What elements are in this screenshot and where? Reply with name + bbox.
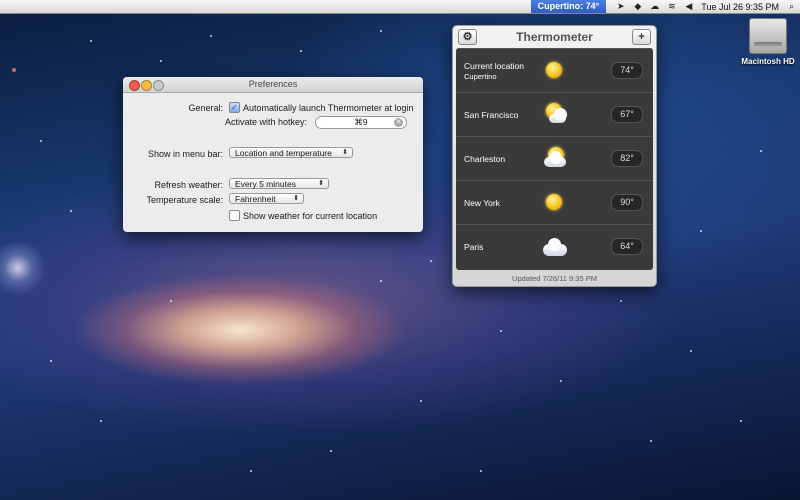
popup-arrows-icon: ⬍ <box>342 149 348 156</box>
city-name: Paris <box>464 242 484 252</box>
temperature-badge: 67° <box>611 106 643 123</box>
thermometer-title: Thermometer <box>516 30 593 44</box>
current-location-label[interactable]: Show weather for current location <box>243 211 377 221</box>
thermometer-popover: ⚙ Thermometer + Current location Cuperti… <box>452 25 657 287</box>
city-row-san-francisco[interactable]: San Francisco 67° <box>456 92 653 137</box>
popup-arrows-icon: ⬍ <box>293 195 299 202</box>
temperature-badge: 82° <box>611 150 643 167</box>
temperature-badge: 74° <box>611 62 643 79</box>
city-name: New York <box>464 198 500 208</box>
city-row-new-york[interactable]: New York 90° <box>456 180 653 225</box>
updated-timestamp: Updated 7/26/11 9:35 PM <box>512 274 597 283</box>
city-name: San Francisco <box>464 110 519 120</box>
gear-icon[interactable]: ⚙ <box>458 29 477 45</box>
dropbox-icon[interactable]: ◆ <box>632 1 643 12</box>
window-title: Preferences <box>248 79 298 89</box>
menu-bar: Cupertino: 74° ➤ ◆ ☁ ≋ ◀ Tue Jul 26 9:35… <box>0 0 800 14</box>
temperature-badge: 64° <box>611 238 643 255</box>
popup-arrows-icon: ⬍ <box>318 180 324 187</box>
city-row-current-location[interactable]: Current location Cupertino 74° <box>456 48 653 93</box>
volume-icon[interactable]: ◀ <box>683 1 694 12</box>
city-list: Current location Cupertino 74° San Franc… <box>456 48 653 270</box>
refresh-value: Every 5 minutes <box>235 179 296 189</box>
sun-icon <box>546 62 562 78</box>
clear-hotkey-icon[interactable]: ✕ <box>394 118 403 127</box>
hard-drive-icon <box>749 18 787 54</box>
disk-label: Macintosh HD <box>741 57 795 66</box>
cloud-icon <box>543 238 567 256</box>
city-name: Charleston <box>464 154 506 164</box>
preferences-window: Preferences General: ✓ Automatically lau… <box>123 77 423 232</box>
menubar-thermometer-item[interactable]: Cupertino: 74° <box>530 0 607 13</box>
auto-launch-label[interactable]: Automatically launch Thermometer at logi… <box>243 103 413 113</box>
preferences-titlebar[interactable]: Preferences <box>123 77 423 93</box>
spotlight-search-icon[interactable]: ⌕ <box>786 1 797 12</box>
scale-label: Temperature scale: <box>146 195 223 205</box>
refresh-popup[interactable]: Every 5 minutes ⬍ <box>229 178 329 189</box>
menu-bar-value: Location and temperature <box>235 148 332 158</box>
menu-bar-popup[interactable]: Location and temperature ⬍ <box>229 147 353 158</box>
city-row-charleston[interactable]: Charleston 82° <box>456 136 653 181</box>
menu-bar-label: Show in menu bar: <box>147 149 223 159</box>
hotkey-label: Activate with hotkey: <box>225 117 308 127</box>
temperature-badge: 90° <box>611 194 643 211</box>
menubar-clock[interactable]: Tue Jul 26 9:35 PM <box>701 2 779 12</box>
refresh-label: Refresh weather: <box>154 180 223 190</box>
wifi-icon[interactable]: ≋ <box>666 1 677 12</box>
city-subtitle: Cupertino <box>464 72 497 81</box>
zoom-button[interactable] <box>153 80 164 91</box>
current-location-checkbox[interactable] <box>229 210 240 221</box>
hotkey-field[interactable]: ⌘9 ✕ <box>315 116 407 129</box>
general-label: General: <box>188 103 223 113</box>
scale-popup[interactable]: Fahrenheit ⬍ <box>229 193 304 204</box>
cloud-icon[interactable]: ☁ <box>649 1 660 12</box>
sun-icon <box>546 194 562 210</box>
hotkey-value: ⌘9 <box>354 117 368 127</box>
macintosh-hd-icon[interactable]: Macintosh HD <box>738 18 798 66</box>
scale-value: Fahrenheit <box>235 194 276 204</box>
city-row-paris[interactable]: Paris 64° <box>456 224 653 268</box>
thermometer-header: ⚙ Thermometer + <box>453 26 656 48</box>
auto-launch-checkbox[interactable]: ✓ <box>229 102 240 113</box>
minimize-button[interactable] <box>141 80 152 91</box>
add-location-button[interactable]: + <box>632 29 651 45</box>
city-name: Current location <box>464 61 525 71</box>
location-icon[interactable]: ➤ <box>615 1 626 12</box>
close-button[interactable] <box>129 80 140 91</box>
